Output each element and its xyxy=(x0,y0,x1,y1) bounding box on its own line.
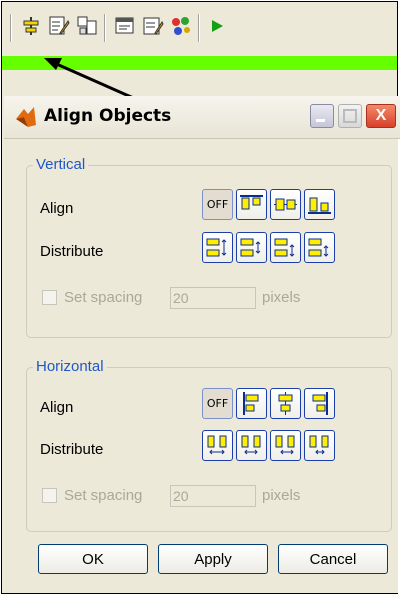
align-top-button[interactable] xyxy=(236,189,267,220)
horizontal-pixels-label: pixels xyxy=(262,487,301,504)
distribute-vertical-top-icon xyxy=(206,238,227,257)
align-icon[interactable] xyxy=(18,12,44,40)
close-button[interactable]: X xyxy=(366,104,396,128)
off-label: OFF xyxy=(206,397,229,410)
distribute-vertical-spacing-button[interactable] xyxy=(304,232,335,263)
minimize-icon xyxy=(316,119,325,122)
ok-button[interactable]: OK xyxy=(38,544,148,574)
distribute-horizontal-left-button[interactable] xyxy=(202,430,233,461)
vertical-group-title: Vertical xyxy=(33,156,89,173)
horizontal-distribute-label: Distribute xyxy=(40,441,104,458)
close-icon: X xyxy=(375,107,387,124)
vertical-set-spacing-checkbox[interactable] xyxy=(42,290,57,305)
toolbar-separator xyxy=(10,14,12,42)
distribute-vertical-bottom-icon xyxy=(274,238,295,257)
off-label: OFF xyxy=(206,198,229,211)
run-icon[interactable] xyxy=(204,12,230,40)
distribute-horizontal-spacing-button[interactable] xyxy=(304,430,335,461)
horizontal-set-spacing-checkbox[interactable] xyxy=(42,488,57,503)
align-left-icon xyxy=(243,392,259,415)
align-center-button[interactable] xyxy=(270,388,301,419)
vertical-align-off-button[interactable]: OFF xyxy=(202,189,233,220)
report-icon[interactable] xyxy=(112,12,138,40)
distribute-vertical-middle-icon xyxy=(240,238,261,257)
matlab-logo-icon xyxy=(14,105,38,134)
horizontal-group-title: Horizontal xyxy=(33,358,107,375)
horizontal-spacing-input[interactable] xyxy=(170,485,256,507)
align-center-icon xyxy=(278,392,293,415)
cancel-label: Cancel xyxy=(309,550,357,568)
dialog-titlebar[interactable]: Align Objects X xyxy=(4,96,400,139)
align-right-button[interactable] xyxy=(304,388,335,419)
toolbar-spacer xyxy=(2,72,397,82)
cancel-button[interactable]: Cancel xyxy=(278,544,388,574)
toolbar xyxy=(2,2,397,54)
horizontal-align-off-button[interactable]: OFF xyxy=(202,388,233,419)
distribute-horizontal-center-button[interactable] xyxy=(236,430,267,461)
distribute-vertical-bottom-button[interactable] xyxy=(270,232,301,263)
align-middle-icon xyxy=(274,198,297,211)
components-icon[interactable] xyxy=(168,12,194,40)
horizontal-set-spacing-label: Set spacing xyxy=(64,487,143,504)
align-top-icon xyxy=(240,195,263,210)
maximize-button[interactable] xyxy=(338,104,362,128)
apply-label: Apply xyxy=(194,550,232,568)
minimize-button[interactable] xyxy=(310,104,334,128)
grid-icon[interactable] xyxy=(74,12,100,40)
distribute-horizontal-right-icon xyxy=(275,435,295,455)
highlight-bar xyxy=(2,56,397,70)
toolbar-separator xyxy=(198,14,200,42)
align-middle-button[interactable] xyxy=(270,189,301,220)
distribute-horizontal-left-icon xyxy=(207,435,227,455)
horizontal-align-label: Align xyxy=(40,399,74,416)
align-left-button[interactable] xyxy=(236,388,267,419)
distribute-vertical-spacing-icon xyxy=(308,238,329,257)
distribute-horizontal-center-icon xyxy=(241,435,261,455)
maximize-icon xyxy=(343,109,357,123)
vertical-distribute-label: Distribute xyxy=(40,243,104,260)
vertical-align-label: Align xyxy=(40,200,74,217)
distribute-vertical-middle-button[interactable] xyxy=(236,232,267,263)
edit-icon[interactable] xyxy=(46,12,72,40)
distribute-horizontal-right-button[interactable] xyxy=(270,430,301,461)
page-edit-icon[interactable] xyxy=(140,12,166,40)
vertical-pixels-label: pixels xyxy=(262,289,301,306)
align-bottom-button[interactable] xyxy=(304,189,335,220)
distribute-vertical-top-button[interactable] xyxy=(202,232,233,263)
vertical-set-spacing-label: Set spacing xyxy=(64,289,143,306)
apply-button[interactable]: Apply xyxy=(158,544,268,574)
align-right-icon xyxy=(312,392,328,415)
vertical-spacing-input[interactable] xyxy=(170,287,256,309)
distribute-horizontal-spacing-icon xyxy=(309,435,329,455)
align-bottom-icon xyxy=(308,197,331,214)
dialog-title: Align Objects xyxy=(44,106,172,126)
toolbar-separator xyxy=(104,14,106,42)
ok-label: OK xyxy=(82,550,104,568)
